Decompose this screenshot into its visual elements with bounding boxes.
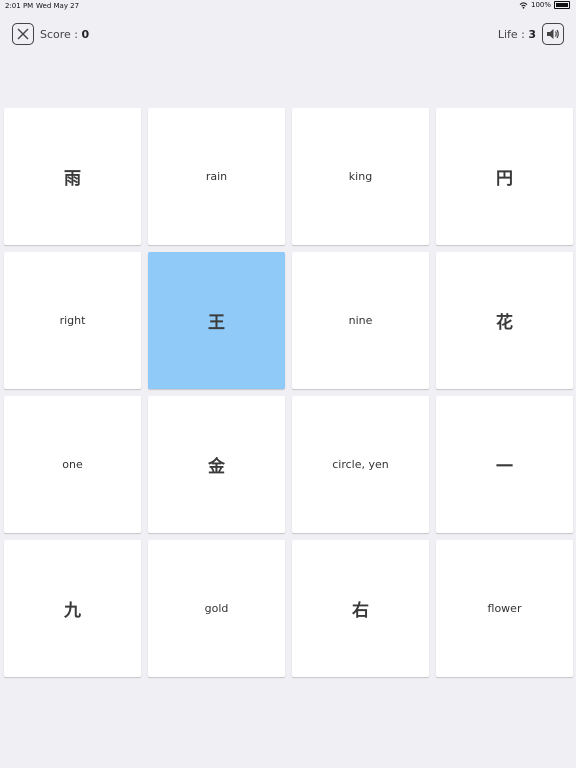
card-label: 一	[496, 457, 513, 477]
card-label: right	[59, 314, 86, 327]
card[interactable]: 金	[148, 396, 285, 533]
wifi-icon	[519, 1, 528, 9]
card-label: flower	[487, 602, 522, 615]
life-value: 3	[528, 28, 536, 41]
sound-button[interactable]	[542, 23, 564, 45]
card[interactable]: nine	[292, 252, 429, 389]
score-value: 0	[81, 28, 90, 41]
status-date: Wed May 27	[36, 2, 80, 10]
card[interactable]: gold	[148, 540, 285, 677]
card-label: 九	[64, 601, 81, 621]
card[interactable]: 王	[148, 252, 285, 389]
card[interactable]: rain	[148, 108, 285, 245]
speaker-icon	[547, 29, 559, 39]
card[interactable]: 右	[292, 540, 429, 677]
card-label: circle, yen	[332, 458, 389, 471]
close-button[interactable]	[12, 23, 34, 45]
card[interactable]: right	[4, 252, 141, 389]
top-bar: Score : 0 Life : 3	[0, 20, 576, 50]
card[interactable]: king	[292, 108, 429, 245]
card-grid: 雨 rain king 円 right 王 nine 花 one 金 circl…	[4, 108, 573, 677]
card[interactable]: circle, yen	[292, 396, 429, 533]
score-display: Score : 0	[40, 28, 89, 41]
card-label: king	[348, 170, 373, 183]
card[interactable]: 花	[436, 252, 573, 389]
life-display: Life : 3	[498, 28, 536, 41]
battery-percent: 100%	[530, 1, 551, 9]
card-label: one	[62, 458, 83, 471]
status-bar: 2:01 PM Wed May 27 100%	[0, 0, 576, 12]
card-label: nine	[348, 314, 373, 327]
card[interactable]: flower	[436, 540, 573, 677]
card-label: 右	[352, 601, 369, 621]
battery-icon	[554, 1, 570, 9]
card-label: 円	[496, 169, 513, 189]
card-label: 雨	[64, 169, 81, 189]
card-label: 王	[208, 313, 225, 333]
card-label: 金	[208, 457, 225, 477]
card[interactable]: 九	[4, 540, 141, 677]
life-label: Life :	[497, 28, 529, 41]
card[interactable]: 円	[436, 108, 573, 245]
card[interactable]: 一	[436, 396, 573, 533]
card-label: gold	[204, 602, 229, 615]
status-time: 2:01 PM	[5, 2, 34, 10]
card[interactable]: 雨	[4, 108, 141, 245]
close-icon	[17, 28, 29, 40]
score-label: Score :	[40, 28, 82, 41]
card-label: rain	[205, 170, 228, 183]
card-label: 花	[496, 313, 513, 333]
status-indicators: 100%	[519, 1, 570, 9]
card[interactable]: one	[4, 396, 141, 533]
